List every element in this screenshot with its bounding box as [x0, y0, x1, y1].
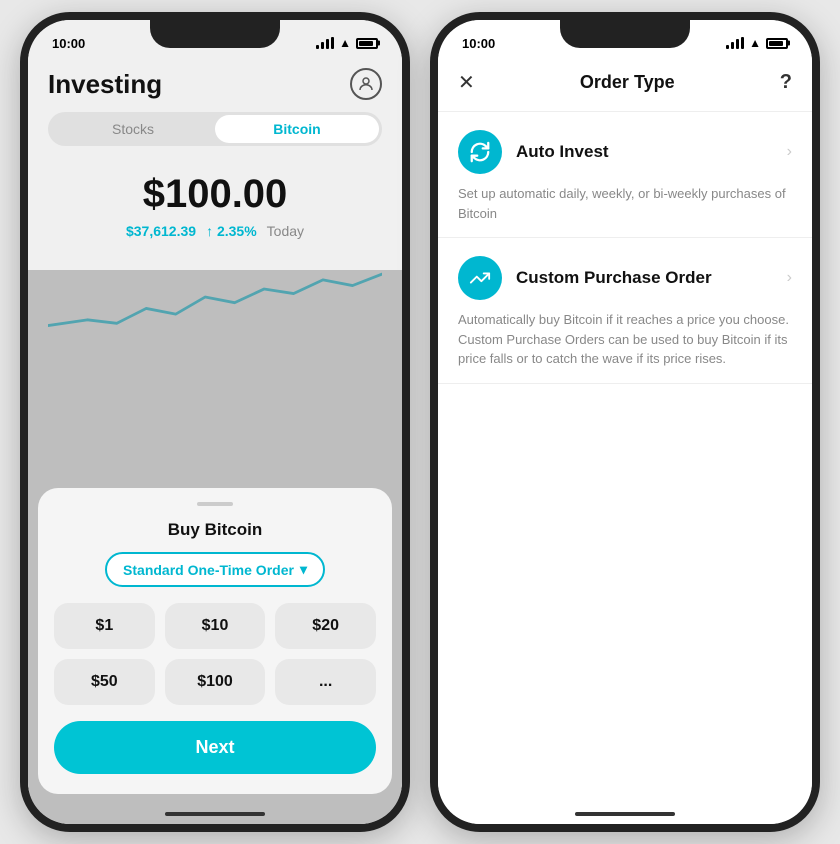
- custom-purchase-icon: [458, 256, 502, 300]
- tab-stocks[interactable]: Stocks: [51, 115, 215, 143]
- auto-invest-left: Auto Invest: [458, 130, 609, 174]
- wifi-icon: ▲: [339, 36, 351, 50]
- status-icons-right: ▲: [726, 36, 788, 50]
- notch: [150, 20, 280, 48]
- profile-button[interactable]: [350, 68, 382, 100]
- auto-invest-chevron: ›: [787, 143, 792, 161]
- left-phone: 10:00 ▲ Investing Stoc: [20, 12, 410, 832]
- price-section: $100.00 $37,612.39 ↑ 2.35% Today: [28, 162, 402, 249]
- tab-switcher: Stocks Bitcoin: [48, 112, 382, 146]
- help-button[interactable]: ?: [780, 71, 792, 94]
- time-right: 10:00: [462, 36, 495, 51]
- amount-grid: $1 $10 $20 $50 $100 ...: [54, 603, 376, 705]
- home-indicator-right: [575, 812, 675, 816]
- auto-invest-row: Auto Invest ›: [458, 130, 792, 174]
- notch-right: [560, 20, 690, 48]
- price-change: ↑ 2.35%: [206, 223, 257, 239]
- amount-20[interactable]: $20: [275, 603, 376, 649]
- auto-invest-icon: [458, 130, 502, 174]
- sheet-title: Buy Bitcoin: [54, 520, 376, 540]
- custom-purchase-left: Custom Purchase Order: [458, 256, 712, 300]
- dropdown-arrow: ▾: [300, 561, 307, 578]
- tab-bitcoin[interactable]: Bitcoin: [215, 115, 379, 143]
- custom-purchase-item[interactable]: Custom Purchase Order › Automatically bu…: [438, 238, 812, 384]
- custom-purchase-row: Custom Purchase Order ›: [458, 256, 792, 300]
- order-type-header: ✕ Order Type ?: [438, 60, 812, 112]
- status-icons-left: ▲: [316, 36, 378, 50]
- btc-price: $37,612.39: [126, 223, 196, 239]
- right-phone: 10:00 ▲ ✕ Order Type ?: [430, 12, 820, 832]
- main-price: $100.00: [48, 172, 382, 217]
- auto-invest-item[interactable]: Auto Invest › Set up automatic daily, we…: [438, 112, 812, 238]
- app-header: Investing: [28, 60, 402, 112]
- custom-purchase-label: Custom Purchase Order: [516, 268, 712, 288]
- wifi-icon-right: ▲: [749, 36, 761, 50]
- amount-more[interactable]: ...: [275, 659, 376, 705]
- custom-purchase-description: Automatically buy Bitcoin if it reaches …: [458, 310, 792, 369]
- price-meta: $37,612.39 ↑ 2.35% Today: [48, 223, 382, 239]
- signal-icon-right: [726, 37, 744, 49]
- auto-invest-label: Auto Invest: [516, 142, 609, 162]
- next-button[interactable]: Next: [54, 721, 376, 774]
- sheet-handle: [197, 502, 233, 506]
- custom-purchase-chevron: ›: [787, 269, 792, 287]
- auto-invest-description: Set up automatic daily, weekly, or bi-we…: [458, 184, 792, 223]
- battery-icon: [356, 38, 378, 49]
- amount-100[interactable]: $100: [165, 659, 266, 705]
- order-type-label: Standard One-Time Order: [123, 562, 294, 578]
- order-type-pill[interactable]: Standard One-Time Order ▾: [105, 552, 325, 587]
- bottom-sheet: Buy Bitcoin Standard One-Time Order ▾ $1…: [38, 488, 392, 794]
- amount-50[interactable]: $50: [54, 659, 155, 705]
- battery-icon-right: [766, 38, 788, 49]
- signal-icon: [316, 37, 334, 49]
- home-indicator-left: [165, 812, 265, 816]
- today-label: Today: [267, 223, 304, 239]
- close-button[interactable]: ✕: [458, 70, 475, 95]
- amount-10[interactable]: $10: [165, 603, 266, 649]
- amount-1[interactable]: $1: [54, 603, 155, 649]
- app-title: Investing: [48, 69, 162, 100]
- time-left: 10:00: [52, 36, 85, 51]
- header-title: Order Type: [580, 72, 675, 93]
